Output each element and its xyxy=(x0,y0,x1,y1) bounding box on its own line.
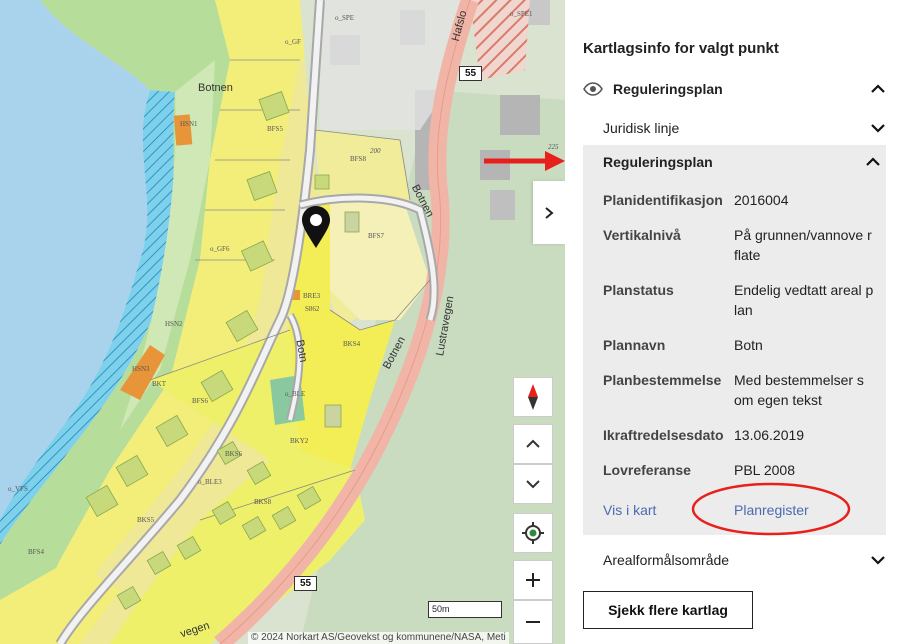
place-label: Botnen xyxy=(198,82,233,94)
attribute-value: Med bestemmelser s om egen tekst xyxy=(734,372,864,408)
zone-label: BKS5 xyxy=(137,516,155,524)
zone-label: o_BLE xyxy=(285,390,306,398)
attribute-value: På grunnen/vannove rflate xyxy=(734,227,872,263)
sublayer-reguleringsplan[interactable]: Reguleringsplan xyxy=(603,148,881,176)
zone-label: HSN3 xyxy=(132,365,150,373)
zoom-in-button[interactable] xyxy=(513,560,553,600)
zone-label: BKS8 xyxy=(254,498,272,506)
compass-button[interactable] xyxy=(513,377,553,417)
zone-label: HSN2 xyxy=(165,320,183,328)
map-attribution: © 2024 Norkart AS/Geovekst og kommunene/… xyxy=(248,632,509,644)
sublayer-arealformalsomrade[interactable]: Arealformålsområde xyxy=(603,546,886,574)
zone-label: o_GF xyxy=(285,38,301,46)
chevron-up-icon xyxy=(871,84,885,93)
sublayer-details-reguleringsplan: Reguleringsplan Planidentifikasjon 20160… xyxy=(583,145,886,536)
attribute-row: Planbestemmelse Med bestemmelser s om eg… xyxy=(603,370,883,425)
zone-label: BKS6 xyxy=(225,450,243,458)
road-number-label: 55 xyxy=(294,576,318,591)
tilt-down-button[interactable] xyxy=(513,464,553,504)
zone-label: o_GF6 xyxy=(210,245,230,253)
zone-label: HSN1 xyxy=(180,120,198,128)
attribute-key: Planstatus xyxy=(603,282,674,298)
layer-header-reguleringsplan[interactable]: Reguleringsplan xyxy=(583,75,886,103)
zone-label: BFS5 xyxy=(267,125,283,133)
zone-label: o_VFS xyxy=(8,485,28,493)
my-location-button[interactable] xyxy=(513,513,553,553)
attribute-table: Planidentifikasjon 2016004 Vertikalnivå … xyxy=(603,190,883,536)
chevron-down-icon xyxy=(526,480,540,489)
map-canvas[interactable] xyxy=(0,0,565,644)
annotation-ellipse xyxy=(691,482,851,536)
zone-label: o_SPE xyxy=(335,14,355,22)
links-row: Vis i kart Planregister xyxy=(603,482,883,536)
contour-label: 225 xyxy=(548,143,559,151)
attribute-key: Planidentifikasjon xyxy=(603,192,723,208)
contour-label: 200 xyxy=(370,147,381,155)
zone-label: BKY2 xyxy=(290,437,309,445)
plus-icon xyxy=(526,573,540,587)
attribute-value: Endelig vedtatt areal plan xyxy=(734,282,874,318)
attribute-key: Ikraftredelsesdato xyxy=(603,427,724,443)
zone-label: BFS4 xyxy=(28,548,44,556)
zone-label: BKT xyxy=(152,380,166,388)
attribute-row: Planidentifikasjon 2016004 xyxy=(603,190,883,225)
attribute-key: Plannavn xyxy=(603,337,666,353)
zone-label: BRE3 xyxy=(303,292,321,300)
attribute-row: Vertikalnivå På grunnen/vannove rflate xyxy=(603,225,883,280)
chevron-right-icon xyxy=(545,206,554,219)
attribute-row: Ikraftredelsesdato 13.06.2019 xyxy=(603,425,883,460)
toggle-panel-button[interactable] xyxy=(533,181,565,244)
scale-label: 50m xyxy=(432,604,450,614)
compass-icon xyxy=(528,384,538,410)
layer-name: Reguleringsplan xyxy=(613,81,723,97)
zone-label: BFS6 xyxy=(192,397,208,405)
attribute-row: Plannavn Botn xyxy=(603,335,883,370)
chevron-down-icon xyxy=(871,124,885,133)
chevron-up-icon xyxy=(526,439,540,448)
check-more-layers-button[interactable]: Sjekk flere kartlag xyxy=(583,591,753,629)
sublayer-label: Reguleringsplan xyxy=(603,154,713,170)
zone-label: o_BLE3 xyxy=(198,478,222,486)
attribute-row: Planstatus Endelig vedtatt areal plan xyxy=(603,280,883,335)
chevron-up-icon xyxy=(866,157,880,166)
road-number-label: 55 xyxy=(459,66,483,81)
attribute-value: Botn xyxy=(734,337,763,353)
attribute-key: Planbestemmelse xyxy=(603,372,722,388)
sublayer-juridisk-linje[interactable]: Juridisk linje xyxy=(603,114,886,142)
minus-icon xyxy=(526,621,540,623)
map-view[interactable]: 55 55 Botnen Botn Botnen Botnen Lustrave… xyxy=(0,0,565,644)
zone-label: BFS8 xyxy=(350,155,366,163)
sublayer-label: Juridisk linje xyxy=(603,120,680,136)
zone-label: S862 xyxy=(305,305,320,313)
scale-bar: 50m xyxy=(428,601,502,618)
zone-label: BFS7 xyxy=(368,232,384,240)
zone-label: BKS4 xyxy=(343,340,361,348)
attribute-key: Vertikalnivå xyxy=(603,227,681,243)
eye-icon[interactable] xyxy=(583,82,603,96)
zoom-out-button[interactable] xyxy=(513,600,553,644)
tilt-up-button[interactable] xyxy=(513,424,553,464)
sublayer-label: Arealformålsområde xyxy=(603,552,730,568)
show-in-map-link[interactable]: Vis i kart xyxy=(603,502,656,518)
attribute-value: 2016004 xyxy=(734,192,789,208)
chevron-down-icon xyxy=(871,556,885,565)
locate-icon xyxy=(522,522,544,544)
attribute-value: 13.06.2019 xyxy=(734,427,805,443)
layer-info-panel: Kartlagsinfo for valgt punkt Regulerings… xyxy=(565,0,899,644)
panel-title: Kartlagsinfo for valgt punkt xyxy=(583,40,779,57)
zone-label: o_SPE1 xyxy=(510,10,533,18)
